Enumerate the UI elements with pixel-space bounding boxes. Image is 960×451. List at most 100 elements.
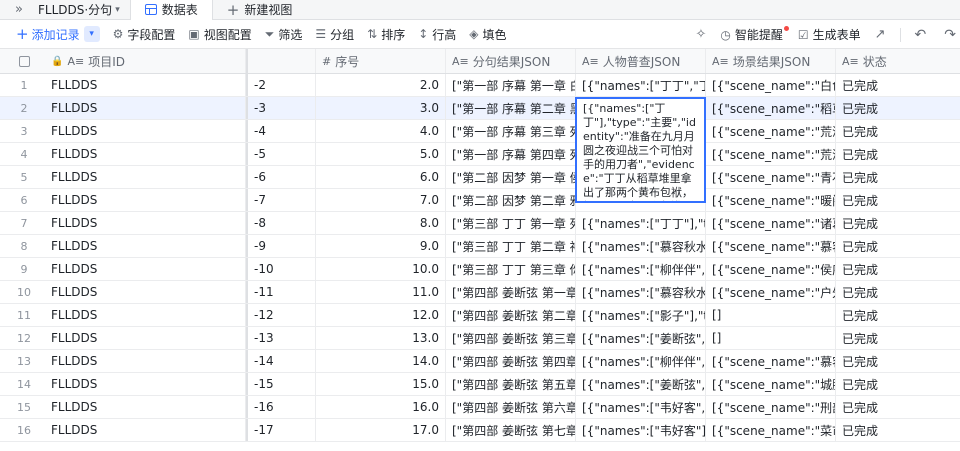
cell-fen-json[interactable]: ["第四部 姜断弦 第五章 ... [446, 373, 576, 395]
cell-split[interactable]: -2 [246, 74, 316, 96]
cell-project-id[interactable]: FLLDDS [48, 419, 246, 441]
cell-project-id[interactable]: FLLDDS [48, 235, 246, 257]
cell-scene-json[interactable]: [{"scene_name":"暖阁",... [706, 189, 836, 211]
table-row[interactable]: 1 FLLDDS-22.0["第一部 序幕 第一章 白...[{"names":[… [0, 74, 960, 97]
cell-fen-json[interactable]: ["第一部 序幕 第四章 死... [446, 143, 576, 165]
cell-seq[interactable]: 12.0 [316, 304, 446, 326]
new-view-button[interactable]: + 新建视图 [213, 1, 307, 19]
cell-status[interactable]: 已完成 [836, 304, 960, 326]
cell-split[interactable]: -3 [246, 97, 316, 119]
generate-form-button[interactable]: ☑ 生成表单 [798, 26, 861, 43]
cell-project-id[interactable]: FLLDDS [48, 212, 246, 234]
table-row[interactable]: 9 FLLDDS-1010.0["第三部 丁丁 第三章 你...[{"names"… [0, 258, 960, 281]
cell-ren-json[interactable]: [{"names":["韦好客","韦... [576, 396, 706, 418]
cell-project-id[interactable]: FLLDDS [48, 97, 246, 119]
cell-project-id[interactable]: FLLDDS [48, 373, 246, 395]
cell-fen-json[interactable]: ["第四部 姜断弦 第四章 ... [446, 350, 576, 372]
cell-split[interactable]: -9 [246, 235, 316, 257]
cell-fen-json[interactable]: ["第一部 序幕 第一章 白... [446, 74, 576, 96]
table-row[interactable]: 14 FLLDDS-1515.0["第四部 姜断弦 第五章 ...[{"names… [0, 373, 960, 396]
cell-scene-json[interactable]: [{"scene_name":"城脚... [706, 373, 836, 395]
cell-split[interactable]: -4 [246, 120, 316, 142]
cell-split[interactable]: -6 [246, 166, 316, 188]
cell-scene-json[interactable]: [{"scene_name":"稻草... [706, 97, 836, 119]
cell-seq[interactable]: 3.0 [316, 97, 446, 119]
cell-fen-json[interactable]: ["第二部 因梦 第二章 雅... [446, 189, 576, 211]
cell-fen-json[interactable]: ["第三部 丁丁 第一章 死... [446, 212, 576, 234]
cell-fen-json[interactable]: ["第四部 姜断弦 第三章 ... [446, 327, 576, 349]
cell-scene-json[interactable]: [] [706, 327, 836, 349]
column-header-fen[interactable]: A≡ 分句结果JSON [446, 49, 576, 73]
undo-icon[interactable]: ↶ [915, 27, 927, 43]
cell-split[interactable]: -15 [246, 373, 316, 395]
field-config-button[interactable]: ⚙ 字段配置 [113, 26, 176, 43]
expanded-cell-editor[interactable]: [{"names":["丁丁"],"type":"主要","identity":… [575, 97, 706, 203]
cell-status[interactable]: 已完成 [836, 189, 960, 211]
cell-seq[interactable]: 5.0 [316, 143, 446, 165]
cell-scene-json[interactable]: [{"scene_name":"白色... [706, 74, 836, 96]
cell-status[interactable]: 已完成 [836, 166, 960, 188]
cell-fen-json[interactable]: ["第四部 姜断弦 第一章 ... [446, 281, 576, 303]
group-button[interactable]: ☰ 分组 [315, 26, 354, 43]
cell-seq[interactable]: 16.0 [316, 396, 446, 418]
table-row[interactable]: 12 FLLDDS-1313.0["第四部 姜断弦 第三章 ...[{"names… [0, 327, 960, 350]
share-button[interactable]: ↗ [875, 27, 886, 42]
cell-project-id[interactable]: FLLDDS [48, 350, 246, 372]
cell-scene-json[interactable]: [{"scene_name":"慕容... [706, 350, 836, 372]
cell-split[interactable]: -12 [246, 304, 316, 326]
cell-fen-json[interactable]: ["第三部 丁丁 第三章 你... [446, 258, 576, 280]
cell-project-id[interactable]: FLLDDS [48, 189, 246, 211]
cell-split[interactable]: -7 [246, 189, 316, 211]
cell-status[interactable]: 已完成 [836, 120, 960, 142]
cell-seq[interactable]: 4.0 [316, 120, 446, 142]
cell-status[interactable]: 已完成 [836, 143, 960, 165]
cell-status[interactable]: 已完成 [836, 235, 960, 257]
add-record-dropdown[interactable]: ▾ [83, 26, 100, 42]
cell-scene-json[interactable]: [{"scene_name":"侯府... [706, 258, 836, 280]
cell-project-id[interactable]: FLLDDS [48, 327, 246, 349]
cell-ren-json[interactable]: [{"names":["姜断弦","影... [576, 373, 706, 395]
cell-split[interactable]: -8 [246, 212, 316, 234]
column-header-split[interactable] [246, 49, 316, 73]
cell-scene-json[interactable]: [{"scene_name":"菜市... [706, 419, 836, 441]
cell-seq[interactable]: 14.0 [316, 350, 446, 372]
column-header-seq[interactable]: # 序号 [316, 49, 446, 73]
cell-project-id[interactable]: FLLDDS [48, 281, 246, 303]
table-row[interactable]: 11 FLLDDS-1212.0["第四部 姜断弦 第二章 ...[{"names… [0, 304, 960, 327]
cell-status[interactable]: 已完成 [836, 396, 960, 418]
table-row[interactable]: 13 FLLDDS-1414.0["第四部 姜断弦 第四章 ...[{"names… [0, 350, 960, 373]
cell-status[interactable]: 已完成 [836, 350, 960, 372]
cell-scene-json[interactable]: [{"scene_name":"荒漠... [706, 143, 836, 165]
cell-fen-json[interactable]: ["第四部 姜断弦 第六章 ... [446, 396, 576, 418]
cell-fen-json[interactable]: ["第二部 因梦 第一章 侯... [446, 166, 576, 188]
cell-status[interactable]: 已完成 [836, 74, 960, 96]
cell-project-id[interactable]: FLLDDS [48, 74, 246, 96]
table-row[interactable]: 7 FLLDDS-88.0["第三部 丁丁 第一章 死...[{"names":[… [0, 212, 960, 235]
cell-fen-json[interactable]: ["第四部 姜断弦 第二章 ... [446, 304, 576, 326]
cell-seq[interactable]: 15.0 [316, 373, 446, 395]
base-title[interactable]: FLLDDS·分句 ▾ [38, 1, 130, 18]
cell-ren-json[interactable]: [{"names":["慕容秋水"],... [576, 235, 706, 257]
cell-seq[interactable]: 7.0 [316, 189, 446, 211]
cell-split[interactable]: -11 [246, 281, 316, 303]
view-config-button[interactable]: ▣ 视图配置 [188, 26, 251, 43]
smart-reminder-button[interactable]: ◷ 智能提醒 [720, 26, 792, 43]
cell-seq[interactable]: 10.0 [316, 258, 446, 280]
cell-ren-json[interactable]: [{"names":["慕容秋水"],... [576, 281, 706, 303]
table-row[interactable]: 10 FLLDDS-1111.0["第四部 姜断弦 第一章 ...[{"names… [0, 281, 960, 304]
cell-status[interactable]: 已完成 [836, 419, 960, 441]
row-height-button[interactable]: ↕ 行高 [418, 26, 456, 43]
add-record-button[interactable]: + 添加记录 [16, 26, 80, 43]
cell-project-id[interactable]: FLLDDS [48, 396, 246, 418]
fill-color-button[interactable]: ◈ 填色 [469, 26, 506, 43]
table-row[interactable]: 8 FLLDDS-99.0["第三部 丁丁 第二章 神...[{"names":[… [0, 235, 960, 258]
cell-ren-json[interactable]: [{"names":["韦好客"],"t... [576, 419, 706, 441]
cell-project-id[interactable]: FLLDDS [48, 304, 246, 326]
cell-ren-json[interactable]: [{"names":["柳伴伴","伴... [576, 258, 706, 280]
cell-seq[interactable]: 13.0 [316, 327, 446, 349]
column-header-scene[interactable]: A≡ 场景结果JSON [706, 49, 836, 73]
column-header-ren[interactable]: A≡ 人物普查JSON [576, 49, 706, 73]
table-row[interactable]: 15 FLLDDS-1616.0["第四部 姜断弦 第六章 ...[{"names… [0, 396, 960, 419]
cell-scene-json[interactable]: [{"scene_name":"诸葛... [706, 212, 836, 234]
cell-split[interactable]: -17 [246, 419, 316, 441]
